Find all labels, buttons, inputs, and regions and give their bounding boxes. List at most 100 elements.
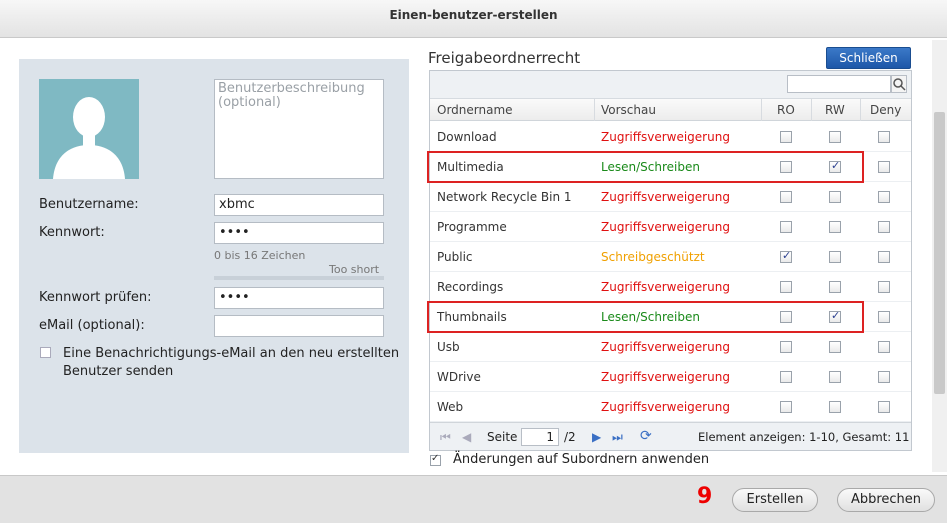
first-page-icon[interactable]: ⏮: [440, 430, 451, 445]
deny-checkbox[interactable]: [878, 191, 890, 203]
deny-checkbox[interactable]: [878, 251, 890, 263]
grid-toolbar: [430, 71, 911, 99]
last-page-icon[interactable]: ⏭: [612, 430, 623, 445]
password-confirm-label: Kennwort prüfen:: [39, 290, 152, 305]
col-divider: [761, 99, 762, 121]
access-preview: Zugriffsverweigerung: [601, 400, 730, 414]
search-icon[interactable]: [891, 75, 907, 93]
username-input[interactable]: xbmc: [214, 194, 384, 216]
deny-checkbox[interactable]: [878, 311, 890, 323]
access-preview: Zugriffsverweigerung: [601, 340, 730, 354]
rw-checkbox[interactable]: [829, 281, 841, 293]
step-marker: 9: [697, 484, 713, 509]
table-row[interactable]: WDrive Zugriffsverweigerung: [430, 362, 911, 392]
password-hint: 0 bis 16 Zeichen: [214, 249, 306, 262]
col-ro[interactable]: RO: [777, 103, 795, 117]
next-page-icon[interactable]: ▶: [592, 430, 601, 444]
folder-name: Download: [437, 130, 497, 144]
folder-name: Network Recycle Bin 1: [437, 190, 572, 204]
col-name[interactable]: Ordnername: [437, 103, 513, 117]
email-input[interactable]: [214, 315, 384, 337]
password-label: Kennwort:: [39, 225, 105, 240]
rw-checkbox[interactable]: [829, 221, 841, 233]
email-label: eMail (optional):: [39, 318, 145, 333]
page-total: /2: [564, 430, 576, 444]
refresh-icon[interactable]: ⟳: [640, 428, 652, 444]
ro-checkbox[interactable]: [780, 191, 792, 203]
folder-name: WDrive: [437, 370, 481, 384]
table-row[interactable]: Recordings Zugriffsverweigerung: [430, 272, 911, 302]
ro-checkbox[interactable]: [780, 131, 792, 143]
folder-name: Usb: [437, 340, 460, 354]
deny-checkbox[interactable]: [878, 161, 890, 173]
password-confirm-input[interactable]: ••••: [214, 287, 384, 309]
page-input[interactable]: 1: [521, 428, 559, 446]
deny-checkbox[interactable]: [878, 371, 890, 383]
table-row[interactable]: Public Schreibgeschützt: [430, 242, 911, 272]
pager: ⏮ ◀ Seite 1 /2 ▶ ⏭ ⟳ Element anzeigen: 1…: [430, 422, 911, 450]
rw-checkbox[interactable]: [829, 191, 841, 203]
deny-checkbox[interactable]: [878, 131, 890, 143]
col-deny[interactable]: Deny: [870, 103, 901, 117]
user-silhouette-icon: [53, 97, 125, 179]
prev-page-icon[interactable]: ◀: [462, 430, 471, 444]
rw-checkbox[interactable]: [829, 341, 841, 353]
ro-checkbox[interactable]: [780, 249, 792, 263]
folder-name: Programme: [437, 220, 507, 234]
deny-checkbox[interactable]: [878, 281, 890, 293]
ro-checkbox[interactable]: [780, 281, 792, 293]
col-rw[interactable]: RW: [825, 103, 845, 117]
folder-name: Recordings: [437, 280, 504, 294]
rw-checkbox[interactable]: [829, 401, 841, 413]
username-label: Benutzername:: [39, 197, 139, 212]
table-row[interactable]: Download Zugriffsverweigerung: [430, 122, 911, 152]
ro-checkbox[interactable]: [780, 341, 792, 353]
create-user-dialog: Einen-benutzer-erstellen Benutzerbeschre…: [0, 0, 947, 523]
scrollbar[interactable]: [932, 40, 947, 472]
table-row[interactable]: Web Zugriffsverweigerung: [430, 392, 911, 422]
ro-checkbox[interactable]: [780, 401, 792, 413]
pager-summary: Element anzeigen: 1-10, Gesamt: 11: [698, 430, 910, 444]
deny-checkbox[interactable]: [878, 221, 890, 233]
deny-checkbox[interactable]: [878, 341, 890, 353]
table-row[interactable]: Network Recycle Bin 1 Zugriffsverweigerun…: [430, 182, 911, 212]
scrollbar-thumb[interactable]: [934, 112, 945, 394]
search-input[interactable]: [787, 75, 891, 93]
deny-checkbox[interactable]: [878, 401, 890, 413]
access-preview: Zugriffsverweigerung: [601, 190, 730, 204]
titlebar: Einen-benutzer-erstellen: [0, 0, 947, 38]
notify-checkbox[interactable]: [40, 347, 51, 358]
password-strength-label: Too short: [329, 263, 380, 276]
folder-name: Public: [437, 250, 473, 264]
description-field[interactable]: Benutzerbeschreibung (optional): [214, 79, 384, 179]
access-preview: Zugriffsverweigerung: [601, 370, 730, 384]
rw-checkbox[interactable]: [829, 131, 841, 143]
create-button[interactable]: Erstellen: [732, 488, 818, 512]
col-divider: [860, 99, 861, 121]
access-preview: Schreibgeschützt: [601, 250, 705, 264]
notify-label: Eine Benachrichtigungs-eMail an den neu …: [63, 346, 400, 379]
shares-grid: Ordnername Vorschau RO RW Deny Download Z…: [427, 70, 912, 451]
table-row[interactable]: Usb Zugriffsverweigerung: [430, 332, 911, 362]
password-input[interactable]: ••••: [214, 222, 384, 244]
cancel-button[interactable]: Abbrechen: [837, 488, 935, 512]
ro-checkbox[interactable]: [780, 371, 792, 383]
apply-subfolders-label: Änderungen auf Subordnern anwenden: [453, 452, 710, 467]
col-divider: [594, 99, 595, 121]
ro-checkbox[interactable]: [780, 221, 792, 233]
avatar: [39, 79, 139, 179]
col-preview[interactable]: Vorschau: [601, 103, 656, 117]
highlight-box: [427, 151, 864, 183]
footer: 9 Erstellen Abbrechen: [0, 475, 947, 523]
close-button[interactable]: Schließen: [826, 47, 911, 69]
table-row[interactable]: Programme Zugriffsverweigerung: [430, 212, 911, 242]
dialog-title: Einen-benutzer-erstellen: [389, 8, 558, 22]
highlight-box: [427, 301, 864, 333]
user-form-panel: Benutzerbeschreibung (optional) Benutzer…: [19, 59, 409, 453]
password-strength-bar: [214, 276, 384, 280]
table-header: Ordnername Vorschau RO RW Deny: [430, 99, 911, 121]
folder-name: Web: [437, 400, 464, 414]
apply-subfolders-checkbox[interactable]: [430, 453, 441, 466]
rw-checkbox[interactable]: [829, 251, 841, 263]
rw-checkbox[interactable]: [829, 371, 841, 383]
